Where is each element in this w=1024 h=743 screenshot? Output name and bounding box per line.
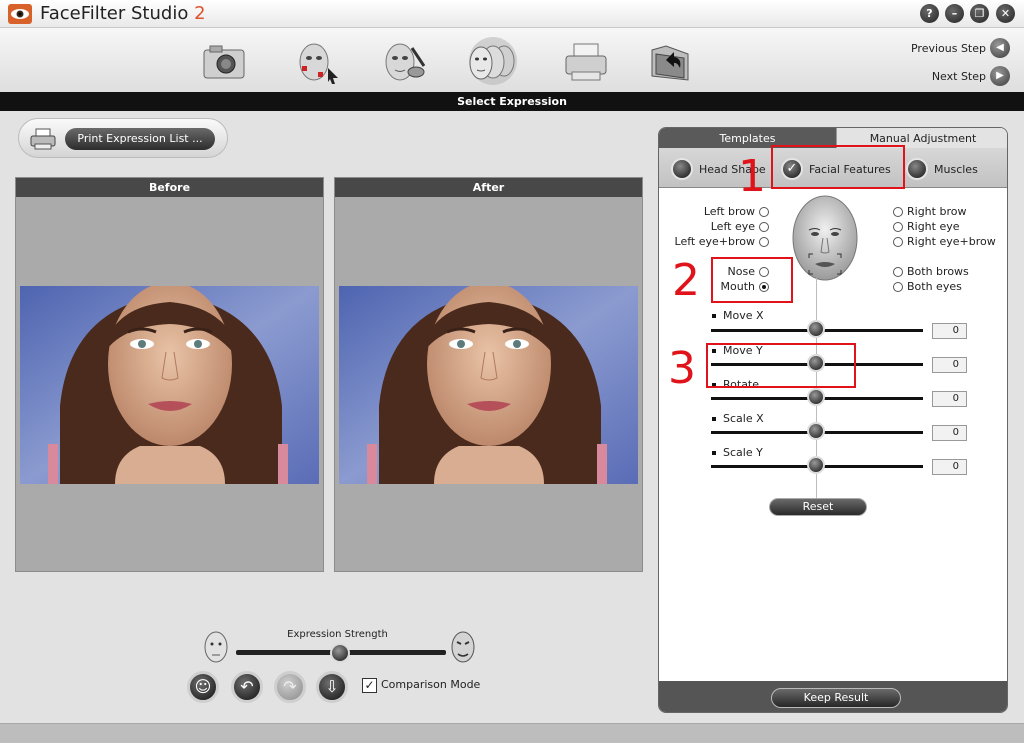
- print-expression-list-button[interactable]: Print Expression List ...: [65, 128, 215, 150]
- before-photo: [20, 286, 319, 484]
- smiley-button[interactable]: ☺: [187, 671, 219, 703]
- minimize-button[interactable]: –: [945, 4, 964, 23]
- annotation-box-2: [711, 257, 793, 303]
- status-bar: [0, 723, 1024, 743]
- restore-button[interactable]: ❐: [970, 4, 989, 23]
- annotation-number-2: 2: [672, 255, 700, 306]
- radio-right-eye-brow[interactable]: Right eye+brow: [893, 235, 996, 248]
- move-x-value[interactable]: 0: [932, 323, 967, 339]
- neutral-face-icon: [204, 631, 228, 663]
- scale-y-knob[interactable]: [807, 456, 825, 474]
- main-area: Print Expression List ... Before After E…: [0, 111, 1024, 723]
- radio-icon[interactable]: [759, 221, 769, 232]
- radio-right-brow[interactable]: Right brow: [893, 205, 966, 218]
- annotation-box-1: [771, 145, 905, 189]
- expression-faces-icon[interactable]: [460, 36, 526, 86]
- after-header: After: [335, 178, 642, 197]
- feature-label: Left eye: [710, 220, 755, 233]
- expressive-face-icon: [451, 631, 475, 663]
- radio-left-eye[interactable]: Left eye: [711, 220, 769, 233]
- annotation-number-1: 1: [738, 151, 766, 202]
- keep-result-button[interactable]: Keep Result: [771, 688, 901, 708]
- after-panel: After: [334, 177, 643, 572]
- radio-icon[interactable]: [893, 206, 903, 217]
- step-title: Select Expression: [0, 92, 1024, 111]
- move-y-value[interactable]: 0: [932, 357, 967, 373]
- camera-icon[interactable]: [198, 36, 250, 86]
- close-button[interactable]: ✕: [996, 4, 1015, 23]
- panel-footer: Keep Result: [659, 681, 1007, 712]
- previous-step[interactable]: Previous Step ◀: [911, 38, 1010, 58]
- print-expression-group: Print Expression List ...: [18, 118, 228, 158]
- muscles-label: Muscles: [934, 162, 978, 176]
- face-select-icon[interactable]: [292, 36, 344, 86]
- app-logo-icon: [8, 4, 32, 24]
- arrow-right-icon[interactable]: ▶: [990, 66, 1010, 86]
- comparison-mode-checkbox[interactable]: ✓: [362, 678, 377, 693]
- radio-icon[interactable]: [893, 266, 903, 277]
- after-photo: [339, 286, 638, 484]
- knob-icon: [671, 158, 693, 180]
- annotation-box-3: [706, 343, 856, 388]
- app-title: FaceFilter Studio 2: [40, 3, 206, 24]
- radio-left-eye-brow[interactable]: Left eye+brow: [675, 235, 769, 248]
- comparison-mode-label: Comparison Mode: [381, 678, 481, 691]
- face-preview-image: [792, 195, 858, 281]
- move-x-knob[interactable]: [807, 320, 825, 338]
- save-button[interactable]: ⇩: [316, 671, 348, 703]
- help-button[interactable]: ?: [920, 4, 939, 23]
- next-step[interactable]: Next Step ▶: [932, 66, 1010, 86]
- feature-label: Both eyes: [907, 280, 962, 293]
- before-header: Before: [16, 178, 323, 197]
- scale-y-label: Scale Y: [712, 446, 763, 459]
- expression-strength-label: Expression Strength: [287, 629, 388, 640]
- adjustment-panel: Templates Manual Adjustment Head Shape ✓…: [658, 127, 1008, 713]
- feature-label: Right eye: [907, 220, 960, 233]
- next-step-label: Next Step: [931, 69, 986, 83]
- face-edit-icon[interactable]: [378, 36, 430, 86]
- feature-label: Both brows: [907, 265, 969, 278]
- app-version: 2: [194, 3, 206, 24]
- radio-both-eyes[interactable]: Both eyes: [893, 280, 962, 293]
- app-title-text: FaceFilter Studio: [40, 3, 189, 24]
- radio-icon[interactable]: [759, 206, 769, 217]
- subtab-muscles[interactable]: Muscles: [906, 158, 978, 180]
- toolbar: Previous Step ◀ Next Step ▶: [0, 28, 1024, 92]
- radio-both-brows[interactable]: Both brows: [893, 265, 969, 278]
- feature-label: Left eye+brow: [674, 235, 755, 248]
- scale-x-value[interactable]: 0: [932, 425, 967, 441]
- previous-step-label: Previous Step: [910, 41, 986, 55]
- reset-button[interactable]: Reset: [769, 498, 867, 516]
- folder-icon[interactable]: [644, 36, 696, 86]
- annotation-number-3: 3: [668, 343, 696, 394]
- knob-icon: [906, 158, 928, 180]
- radio-icon[interactable]: [893, 236, 903, 247]
- rotate-value[interactable]: 0: [932, 391, 967, 407]
- rotate-knob[interactable]: [807, 388, 825, 406]
- radio-right-eye[interactable]: Right eye: [893, 220, 960, 233]
- feature-label: Right brow: [907, 205, 967, 218]
- arrow-left-icon[interactable]: ◀: [990, 38, 1010, 58]
- undo-button[interactable]: ↶: [231, 671, 263, 703]
- move-x-label: Move X: [712, 309, 764, 322]
- printer-small-icon: [30, 128, 56, 150]
- radio-icon[interactable]: [893, 221, 903, 232]
- scale-x-knob[interactable]: [807, 422, 825, 440]
- redo-button[interactable]: ↷: [274, 671, 306, 703]
- before-panel: Before: [15, 177, 324, 572]
- radio-left-brow[interactable]: Left brow: [704, 205, 769, 218]
- printer-icon[interactable]: [560, 36, 612, 86]
- feature-label: Right eye+brow: [907, 235, 996, 248]
- radio-icon[interactable]: [893, 281, 903, 292]
- radio-icon[interactable]: [759, 236, 769, 247]
- title-bar: FaceFilter Studio 2 ? – ❐ ✕: [0, 0, 1024, 28]
- scale-x-label: Scale X: [712, 412, 764, 425]
- feature-label: Left brow: [703, 205, 755, 218]
- scale-y-value[interactable]: 0: [932, 459, 967, 475]
- expression-strength-knob[interactable]: [330, 643, 350, 663]
